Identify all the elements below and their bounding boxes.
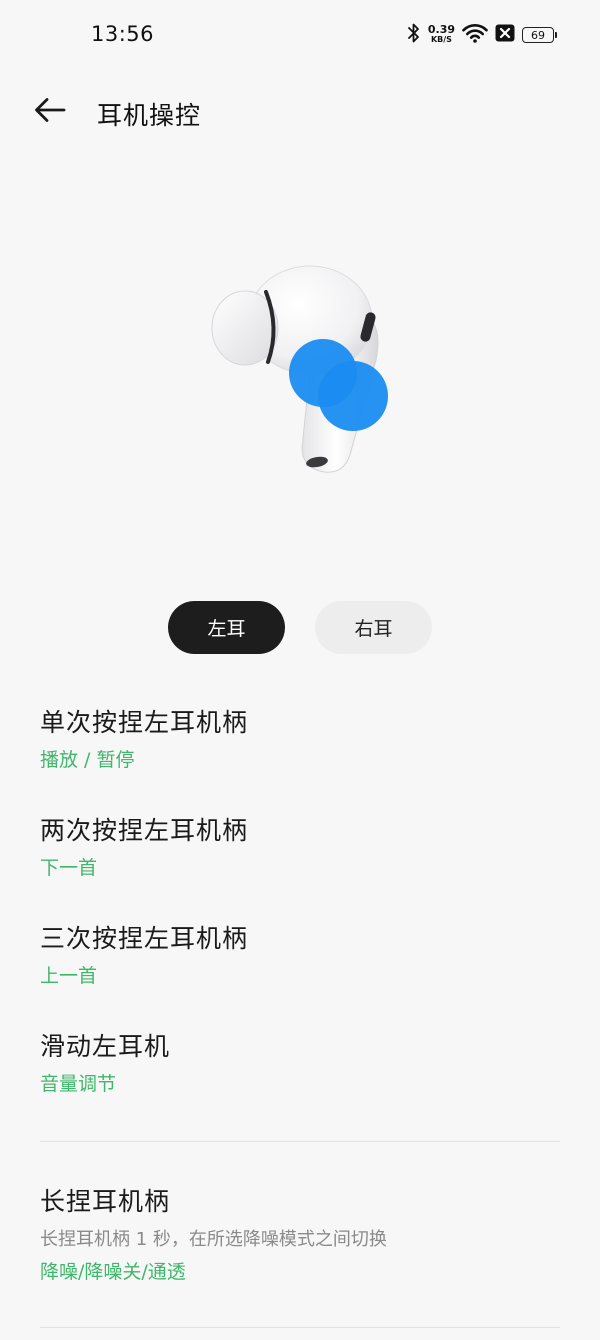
divider: [40, 1141, 560, 1142]
earbud-illustration: [190, 250, 410, 490]
left-ear-button[interactable]: 左耳: [168, 601, 285, 654]
page-title: 耳机操控: [97, 101, 202, 130]
swipe-setting[interactable]: 滑动左耳机 音量调节: [40, 1030, 560, 1098]
triple-press-setting[interactable]: 三次按捏左耳机柄 上一首: [40, 922, 560, 990]
single-press-setting[interactable]: 单次按捏左耳机柄 播放 / 暂停: [40, 706, 560, 774]
divider: [40, 1327, 560, 1328]
net-speed: 0.39 KB/S: [427, 23, 455, 45]
setting-description: 长捏耳机柄 1 秒，在所选降噪模式之间切换: [40, 1229, 387, 1250]
net-speed-value: 0.39: [427, 23, 455, 36]
battery-level: 69: [531, 28, 545, 42]
setting-title: 长捏耳机柄: [40, 1187, 171, 1216]
battery-icon: 69: [522, 27, 557, 43]
setting-title: 两次按捏左耳机柄: [40, 816, 249, 845]
wifi-icon: [462, 23, 488, 47]
setting-title: 滑动左耳机: [40, 1032, 171, 1061]
setting-value: 播放 / 暂停: [40, 749, 135, 771]
setting-value: 上一首: [40, 965, 98, 987]
setting-value: 降噪/降噪关/通透: [40, 1261, 186, 1283]
net-speed-unit: KB/S: [430, 35, 452, 44]
double-press-setting[interactable]: 两次按捏左耳机柄 下一首: [40, 814, 560, 882]
header: 耳机操控: [0, 82, 600, 142]
setting-title: 三次按捏左耳机柄: [40, 924, 249, 953]
earbud-image: [211, 265, 388, 473]
bluetooth-icon: [407, 22, 421, 48]
setting-value: 音量调节: [40, 1073, 117, 1095]
setting-value: 下一首: [40, 857, 98, 879]
notification-icon: [495, 24, 515, 46]
right-ear-button[interactable]: 右耳: [315, 601, 432, 654]
setting-title: 单次按捏左耳机柄: [40, 708, 249, 737]
status-icons: 0.39 KB/S 69: [407, 22, 557, 48]
long-press-setting[interactable]: 长捏耳机柄 长捏耳机柄 1 秒，在所选降噪模式之间切换 降噪/降噪关/通透: [40, 1185, 560, 1286]
back-button[interactable]: [30, 94, 70, 130]
status-bar: 13:56 0.39 KB/S 69: [0, 0, 600, 68]
arrow-left-icon: [33, 96, 67, 128]
status-time: 13:56: [91, 22, 155, 46]
